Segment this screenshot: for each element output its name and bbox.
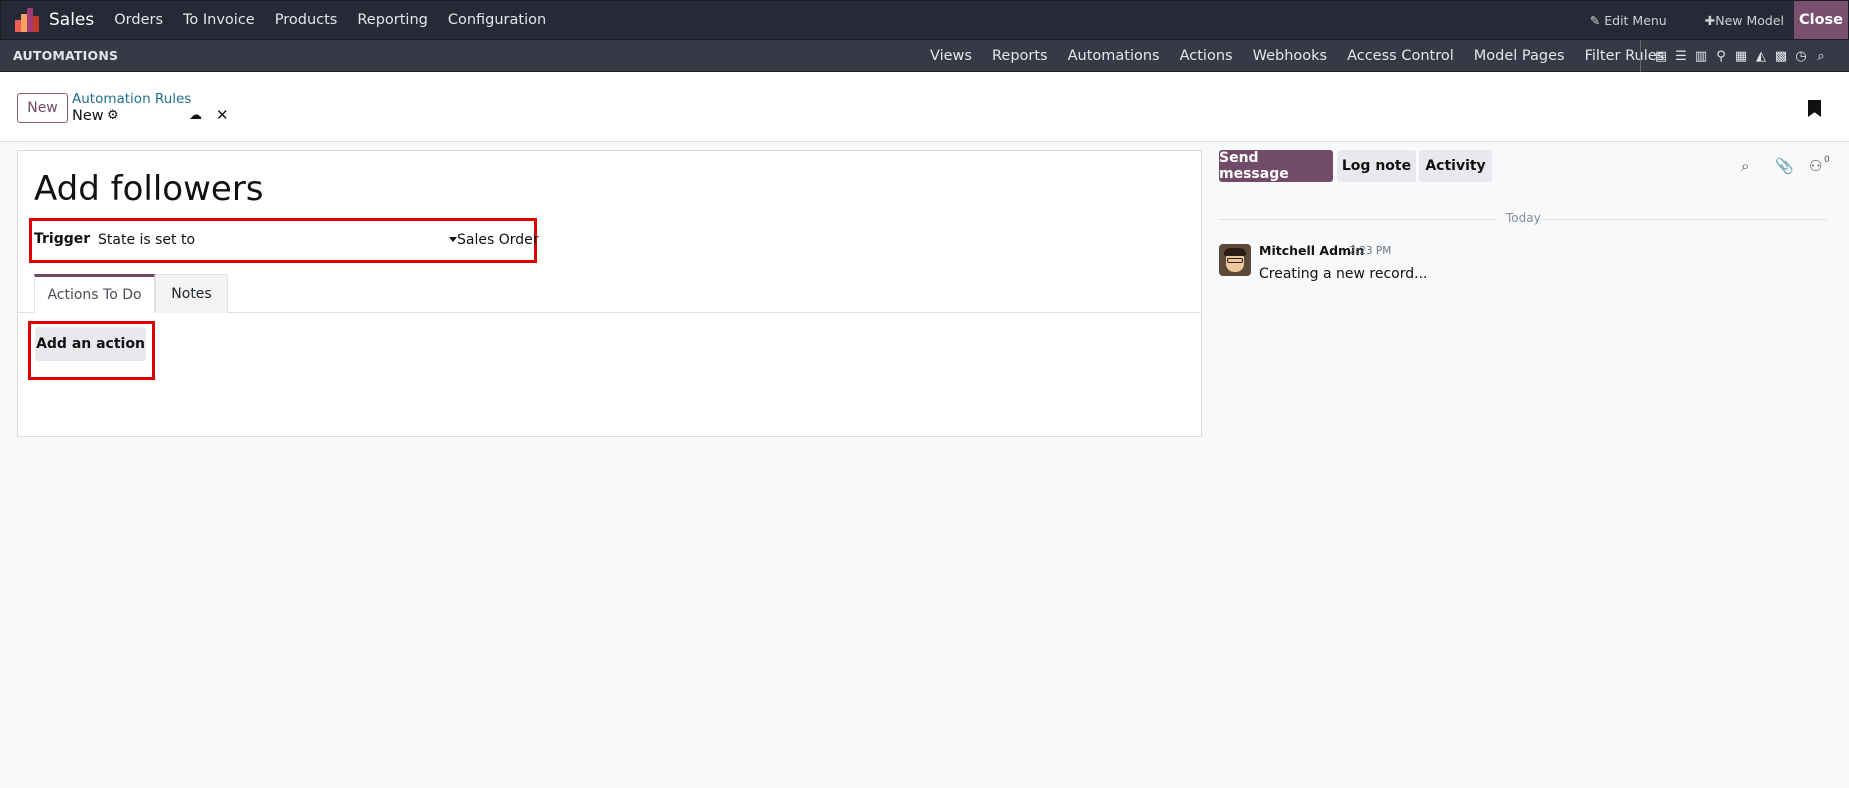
top-navbar: Sales Orders To Invoice Products Reporti… bbox=[0, 0, 1849, 40]
menu-to-invoice[interactable]: To Invoice bbox=[173, 12, 265, 28]
sales-app-logo-icon[interactable] bbox=[15, 8, 39, 32]
trigger-model-select[interactable]: Sales Order bbox=[457, 232, 539, 248]
message-time: 2:23 PM bbox=[1349, 245, 1392, 257]
studio-nav-automations[interactable]: Automations bbox=[1068, 48, 1160, 64]
date-separator-line-right bbox=[1541, 219, 1827, 220]
tab-notes[interactable]: Notes bbox=[155, 274, 228, 313]
plus-icon: ✚ bbox=[1704, 12, 1716, 28]
edit-menu-link[interactable]: ✎ Edit Menu bbox=[1590, 13, 1667, 28]
date-separator: Today bbox=[1506, 211, 1541, 225]
avatar-hair bbox=[1224, 248, 1246, 256]
pivot-view-icon[interactable]: ▩ bbox=[1771, 49, 1791, 64]
view-type-icons: ▤ ☰ ▥ ⚲ ▦ ◭ ▩ ◷ ⌕ bbox=[1640, 40, 1831, 72]
edit-menu-label: Edit Menu bbox=[1604, 12, 1667, 28]
activity-view-icon[interactable]: ◷ bbox=[1791, 49, 1811, 64]
search-view-icon[interactable]: ⌕ bbox=[1811, 49, 1831, 64]
graph-view-icon[interactable]: ◭ bbox=[1751, 49, 1771, 64]
add-action-button[interactable]: Add an action bbox=[35, 327, 146, 361]
paperclip-icon[interactable]: 📎 bbox=[1775, 157, 1794, 175]
menu-orders[interactable]: Orders bbox=[104, 12, 173, 28]
app-name[interactable]: Sales bbox=[49, 10, 94, 30]
log-note-button[interactable]: Log note bbox=[1337, 150, 1416, 182]
avatar-glasses bbox=[1227, 258, 1243, 263]
studio-nav-access-control[interactable]: Access Control bbox=[1347, 48, 1454, 64]
breadcrumb-automation-rules[interactable]: Automation Rules bbox=[72, 91, 191, 107]
chevron-down-icon[interactable] bbox=[449, 237, 457, 242]
calendar-view-icon[interactable]: ▦ bbox=[1731, 49, 1751, 64]
pencil-icon: ✎ bbox=[1589, 12, 1601, 28]
top-menu: Orders To Invoice Products Reporting Con… bbox=[104, 12, 556, 28]
studio-bar: AUTOMATIONS Views Reports Automations Ac… bbox=[0, 40, 1849, 72]
studio-nav: Views Reports Automations Actions Webhoo… bbox=[930, 40, 1684, 72]
gear-icon[interactable]: ⚙ bbox=[107, 108, 119, 123]
trigger-select[interactable]: State is set to bbox=[98, 232, 195, 248]
message-body: Creating a new record... bbox=[1259, 266, 1428, 282]
studio-actions: ✎ Edit Menu ✚New Model Close bbox=[1590, 1, 1848, 39]
follower-icon[interactable]: ⚇ bbox=[1809, 157, 1822, 175]
follower-count: 0 bbox=[1824, 155, 1830, 165]
map-view-icon[interactable]: ⚲ bbox=[1711, 49, 1731, 64]
bookmark-icon[interactable] bbox=[1808, 100, 1821, 117]
close-studio-button[interactable]: Close bbox=[1794, 1, 1848, 39]
list-view-icon[interactable]: ☰ bbox=[1671, 49, 1691, 64]
activity-button[interactable]: Activity bbox=[1419, 150, 1492, 182]
breadcrumb-current: New bbox=[72, 108, 104, 124]
rule-name-field[interactable]: Add followers bbox=[34, 169, 264, 209]
search-icon[interactable]: ⌕ bbox=[1741, 157, 1749, 175]
date-separator-line-left bbox=[1219, 219, 1495, 220]
tab-actions-to-do[interactable]: Actions To Do bbox=[34, 274, 155, 313]
control-panel: New Automation Rules New ⚙ ☁ ✕ bbox=[0, 72, 1849, 142]
studio-nav-webhooks[interactable]: Webhooks bbox=[1253, 48, 1328, 64]
form-view-icon[interactable]: ▤ bbox=[1651, 49, 1671, 64]
send-message-button[interactable]: Send message bbox=[1219, 150, 1333, 182]
menu-configuration[interactable]: Configuration bbox=[438, 12, 556, 28]
save-cloud-icon[interactable]: ☁ bbox=[189, 108, 202, 123]
studio-section-title: AUTOMATIONS bbox=[13, 48, 119, 63]
avatar[interactable] bbox=[1219, 244, 1251, 276]
trigger-label: Trigger bbox=[34, 231, 91, 247]
new-model-label: New Model bbox=[1715, 12, 1784, 28]
notebook-tabs: Actions To Do Notes bbox=[18, 274, 1201, 313]
new-record-button[interactable]: New bbox=[17, 93, 68, 123]
studio-nav-actions[interactable]: Actions bbox=[1180, 48, 1233, 64]
discard-icon[interactable]: ✕ bbox=[216, 106, 229, 124]
new-model-link[interactable]: ✚New Model bbox=[1705, 13, 1784, 28]
menu-reporting[interactable]: Reporting bbox=[347, 12, 438, 28]
menu-products[interactable]: Products bbox=[265, 12, 348, 28]
studio-nav-views[interactable]: Views bbox=[930, 48, 972, 64]
form-sheet: Add followers Trigger State is set to Sa… bbox=[17, 150, 1202, 437]
kanban-view-icon[interactable]: ▥ bbox=[1691, 49, 1711, 64]
studio-nav-model-pages[interactable]: Model Pages bbox=[1474, 48, 1565, 64]
studio-nav-reports[interactable]: Reports bbox=[992, 48, 1048, 64]
